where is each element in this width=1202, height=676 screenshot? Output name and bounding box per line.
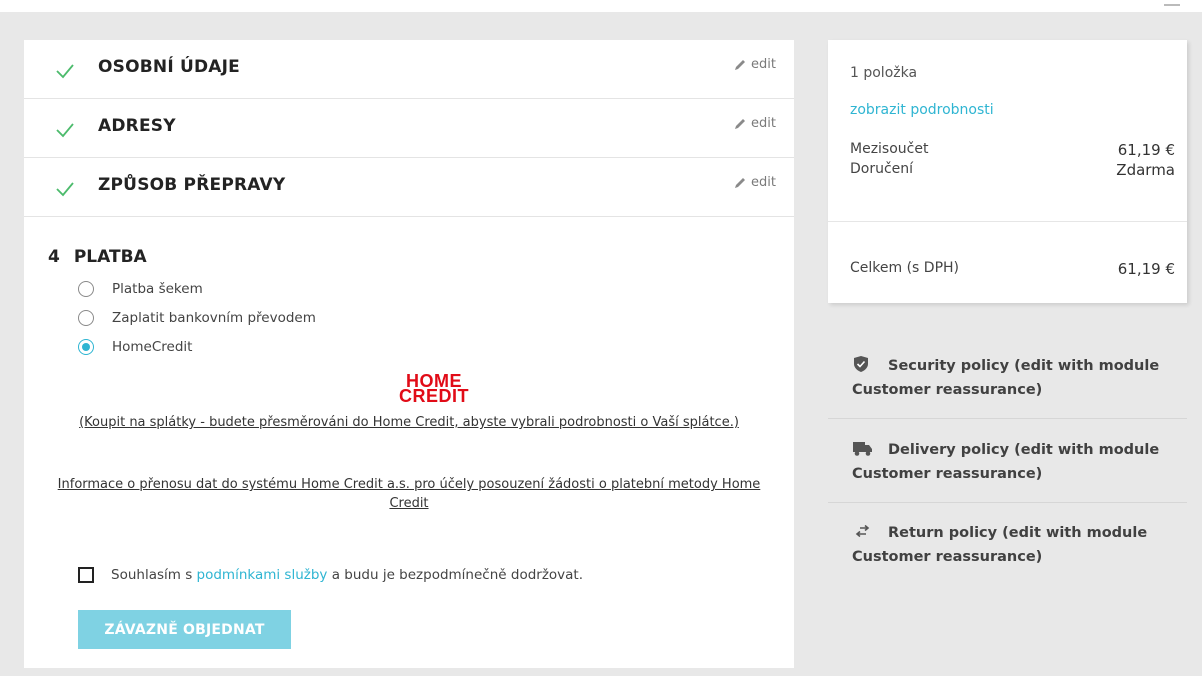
radio-button[interactable] (78, 310, 94, 326)
step-shipping-method[interactable]: ZPŮSOB PŘEPRAVY edit (24, 158, 794, 217)
pencil-icon (735, 177, 746, 188)
step-addresses[interactable]: ADRESY edit (24, 99, 794, 158)
payment-option-label: Platba šekem (112, 281, 203, 297)
payment-option-homecredit[interactable]: HomeCredit (78, 339, 192, 355)
reassurance-divider (828, 502, 1187, 503)
agree-text: Souhlasím s podmínkami služby a budu je … (111, 567, 583, 583)
pencil-icon (735, 118, 746, 129)
terms-checkbox[interactable] (78, 567, 94, 583)
edit-personal-info-link[interactable]: edit (733, 57, 776, 72)
payment-option-label: Zaplatit bankovním převodem (112, 310, 316, 326)
truck-icon (853, 442, 872, 456)
pencil-icon (735, 59, 746, 70)
radio-button-selected[interactable] (78, 339, 94, 355)
payment-heading: 4 PLATBA (48, 247, 147, 267)
step-title: ADRESY (98, 116, 176, 136)
step-number: 4 (48, 247, 60, 267)
reassurance-divider (828, 418, 1187, 419)
step-title: PLATBA (73, 247, 147, 267)
reassurance-text: Security policy (edit with module Custom… (852, 358, 1160, 398)
exchange-arrows-icon (855, 524, 870, 538)
logo-line-credit: CREDIT (399, 386, 469, 406)
reassurance-text: Return policy (edit with module Customer… (852, 525, 1148, 565)
step-personal-info[interactable]: OSOBNÍ ÚDAJE edit (24, 40, 794, 99)
edit-label: edit (751, 57, 776, 72)
edit-label: edit (751, 175, 776, 190)
terms-of-service-link[interactable]: podmínkami služby (197, 567, 328, 583)
reassurance-block: Security policy (edit with module Custom… (828, 0, 1187, 676)
step-payment: 4 PLATBA Platba šekem Zaplatit bankovním … (24, 217, 794, 668)
installments-info-link[interactable]: (Koupit na splátky - budete přesměrováni… (39, 413, 779, 432)
payment-option-cheque[interactable]: Platba šekem (78, 281, 203, 297)
reassurance-delivery[interactable]: Delivery policy (edit with module Custom… (852, 438, 1172, 486)
agree-suffix: a budu je bezpodmínečně dodržovat. (331, 567, 584, 583)
check-icon (56, 182, 74, 197)
reassurance-security[interactable]: Security policy (edit with module Custom… (852, 354, 1172, 402)
edit-label: edit (751, 116, 776, 131)
shield-icon (854, 356, 868, 372)
place-order-button[interactable]: ZÁVAZNĚ OBJEDNAT (78, 610, 291, 649)
radio-button[interactable] (78, 281, 94, 297)
agree-prefix: Souhlasím s (111, 567, 193, 583)
terms-agreement: Souhlasím s podmínkami služby a budu je … (78, 567, 583, 583)
homecredit-logo: HOME CREDIT (394, 372, 474, 406)
check-icon (56, 123, 74, 138)
payment-option-bank-transfer[interactable]: Zaplatit bankovním převodem (78, 310, 316, 326)
checkout-steps-panel: OSOBNÍ ÚDAJE edit ADRESY edit ZPŮSOB PŘE… (24, 40, 794, 668)
edit-addresses-link[interactable]: edit (733, 116, 776, 131)
step-title: ZPŮSOB PŘEPRAVY (98, 175, 286, 195)
payment-option-label: HomeCredit (112, 339, 193, 355)
step-title: OSOBNÍ ÚDAJE (98, 57, 240, 77)
reassurance-return[interactable]: Return policy (edit with module Customer… (852, 521, 1172, 569)
edit-shipping-link[interactable]: edit (733, 175, 776, 190)
data-transfer-info-link[interactable]: Informace o přenosu dat do systému Home … (39, 475, 779, 513)
reassurance-text: Delivery policy (edit with module Custom… (852, 442, 1160, 482)
check-icon (56, 64, 74, 79)
